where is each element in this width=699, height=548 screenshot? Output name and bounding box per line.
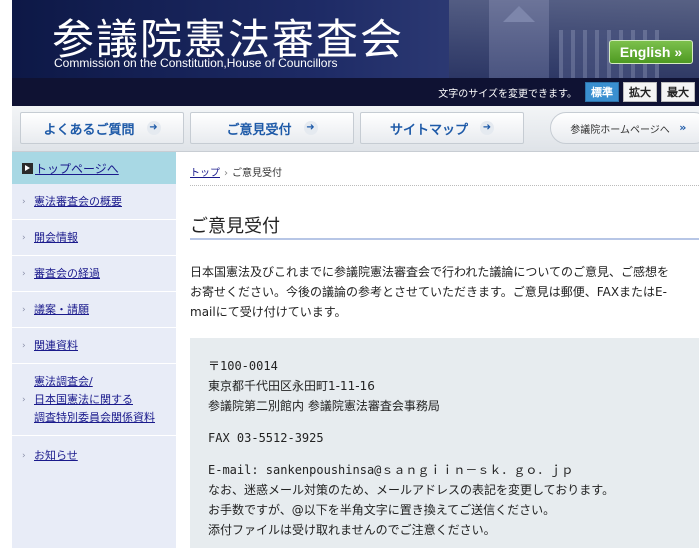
- contact-info-box: 〒100-0014 東京都千代田区永田町1-11-16 参議院第二別館内 参議院…: [190, 338, 699, 548]
- intro-text: 日本国憲法及びこれまでに参議院憲法審査会で行われた議論についてのご意見、ご感想を…: [190, 262, 699, 322]
- play-square-icon: [22, 162, 33, 174]
- sidebar-item-multiline: 憲法調査会/ 日本国憲法に関する 調査特別委員会関係資料: [34, 373, 155, 427]
- sidebar-item-sessions[interactable]: › 開会情報: [12, 220, 176, 256]
- chevron-right-icon: ›: [22, 304, 26, 315]
- main-content: トップ › ご意見受付 ご意見受付 日本国憲法及びこれまでに参議院憲法審査会で行われ…: [176, 152, 699, 548]
- sidebar-item-bills[interactable]: › 議案・請願: [12, 292, 176, 328]
- arrow-right-icon: ➜: [480, 121, 494, 135]
- nav-sitemap-button[interactable]: サイトマップ ➜: [360, 112, 524, 144]
- sidebar-item-line[interactable]: 憲法調査会/: [34, 373, 155, 391]
- chevron-right-icon: ›: [22, 451, 26, 461]
- sidebar-item-news[interactable]: › お知らせ: [12, 436, 176, 476]
- sidebar: トップページへ › 憲法審査会の概要 › 開会情報 › 審査会の経過 › 議案・…: [12, 152, 176, 548]
- sidebar-top-label[interactable]: トップページへ: [35, 160, 119, 177]
- building-tower: [489, 0, 549, 78]
- font-size-large-button[interactable]: 拡大: [623, 82, 657, 102]
- address-line-2: 参議院第二別館内 参議院憲法審査会事務局: [208, 399, 440, 413]
- sidebar-item-line[interactable]: 調査特別委員会関係資料: [34, 409, 155, 427]
- font-size-standard-button[interactable]: 標準: [585, 82, 619, 102]
- breadcrumb-current: ご意見受付: [232, 168, 282, 179]
- breadcrumb-home-link[interactable]: トップ: [190, 168, 220, 179]
- address-line-1: 東京都千代田区永田町1-11-16: [208, 379, 375, 393]
- sidebar-item-label[interactable]: 議案・請願: [34, 301, 89, 319]
- breadcrumb-separator: ›: [224, 168, 228, 179]
- nav-sitemap-label: サイトマップ: [389, 122, 468, 138]
- nav-opinion-label: ご意見受付: [226, 122, 292, 138]
- email-note: なお、迷惑メール対策のため、メールアドレスの表記を変更しております。: [208, 483, 615, 497]
- nav-home-label: 参議院ホームページへ: [570, 124, 670, 136]
- chevron-right-icon: ›: [22, 394, 26, 405]
- font-size-label: 文字のサイズを変更できます。: [438, 88, 577, 100]
- attachment-note: 添付ファイルは受け取れませんのでご注意ください。: [208, 523, 496, 537]
- arrow-right-icon: ➜: [303, 121, 318, 135]
- main-nav: よくあるご質問 ➜ ご意見受付 ➜ サイトマップ ➜ 参議院ホームページへ »: [12, 106, 699, 152]
- nav-faq-label: よくあるご質問: [43, 122, 135, 138]
- sidebar-item-research-council[interactable]: › 憲法調査会/ 日本国憲法に関する 調査特別委員会関係資料: [12, 364, 176, 436]
- title-underline: [190, 238, 699, 240]
- sidebar-top-link[interactable]: トップページへ: [12, 152, 176, 184]
- email-address: E-mail: sankenpoushinsa@ｓａｎｇｉｉｎ－ｓｋ．ｇｏ．ｊｐ: [208, 463, 574, 477]
- sidebar-item-history[interactable]: › 審査会の経過: [12, 256, 176, 292]
- sidebar-item-overview[interactable]: › 憲法審査会の概要: [12, 184, 176, 220]
- font-size-bar: 文字のサイズを変更できます。 標準 拡大 最大: [12, 78, 699, 106]
- postal-code: 〒100-0014: [208, 359, 278, 373]
- chevron-right-icon: ›: [22, 196, 26, 207]
- sidebar-item-label[interactable]: 審査会の経過: [34, 265, 100, 283]
- breadcrumb-divider: [190, 185, 699, 186]
- page-title: ご意見受付: [190, 216, 280, 237]
- double-chevron-right-icon: »: [679, 121, 687, 134]
- breadcrumb: トップ › ご意見受付: [190, 164, 282, 179]
- email-note: お手数ですが、@以下を半角文字に置き換えてご送信ください。: [208, 503, 556, 517]
- sidebar-item-materials[interactable]: › 関連資料: [12, 328, 176, 364]
- chevron-right-icon: ›: [22, 232, 26, 243]
- sidebar-item-label[interactable]: お知らせ: [34, 447, 78, 465]
- nav-sangiin-home-button[interactable]: 参議院ホームページへ »: [550, 112, 699, 144]
- intro-line: mailにて受け付けています。: [190, 305, 347, 319]
- intro-line: お寄せください。今後の議論の参考とさせていただきます。ご意見は郵便、FAXまたは…: [190, 285, 667, 299]
- nav-opinion-button[interactable]: ご意見受付 ➜: [190, 112, 354, 144]
- nav-faq-button[interactable]: よくあるご質問 ➜: [20, 112, 184, 144]
- chevron-right-icon: ›: [22, 340, 26, 351]
- intro-line: 日本国憲法及びこれまでに参議院憲法審査会で行われた議論についてのご意見、ご感想を: [190, 265, 670, 279]
- chevron-right-icon: ›: [22, 268, 26, 279]
- site-subtitle: Commission on the Constitution,House of …: [54, 56, 338, 70]
- sidebar-item-label[interactable]: 憲法審査会の概要: [34, 193, 122, 211]
- sidebar-item-label[interactable]: 開会情報: [34, 229, 78, 247]
- arrow-right-icon: ➜: [146, 121, 161, 135]
- sidebar-item-label[interactable]: 関連資料: [34, 337, 78, 355]
- font-size-max-button[interactable]: 最大: [661, 82, 695, 102]
- fax-number: FAX 03-5512-3925: [208, 431, 324, 445]
- english-button[interactable]: English »: [609, 40, 693, 64]
- sidebar-item-line[interactable]: 日本国憲法に関する: [34, 391, 155, 409]
- site-header: 参議院憲法審査会 Commission on the Constitution,…: [12, 0, 699, 78]
